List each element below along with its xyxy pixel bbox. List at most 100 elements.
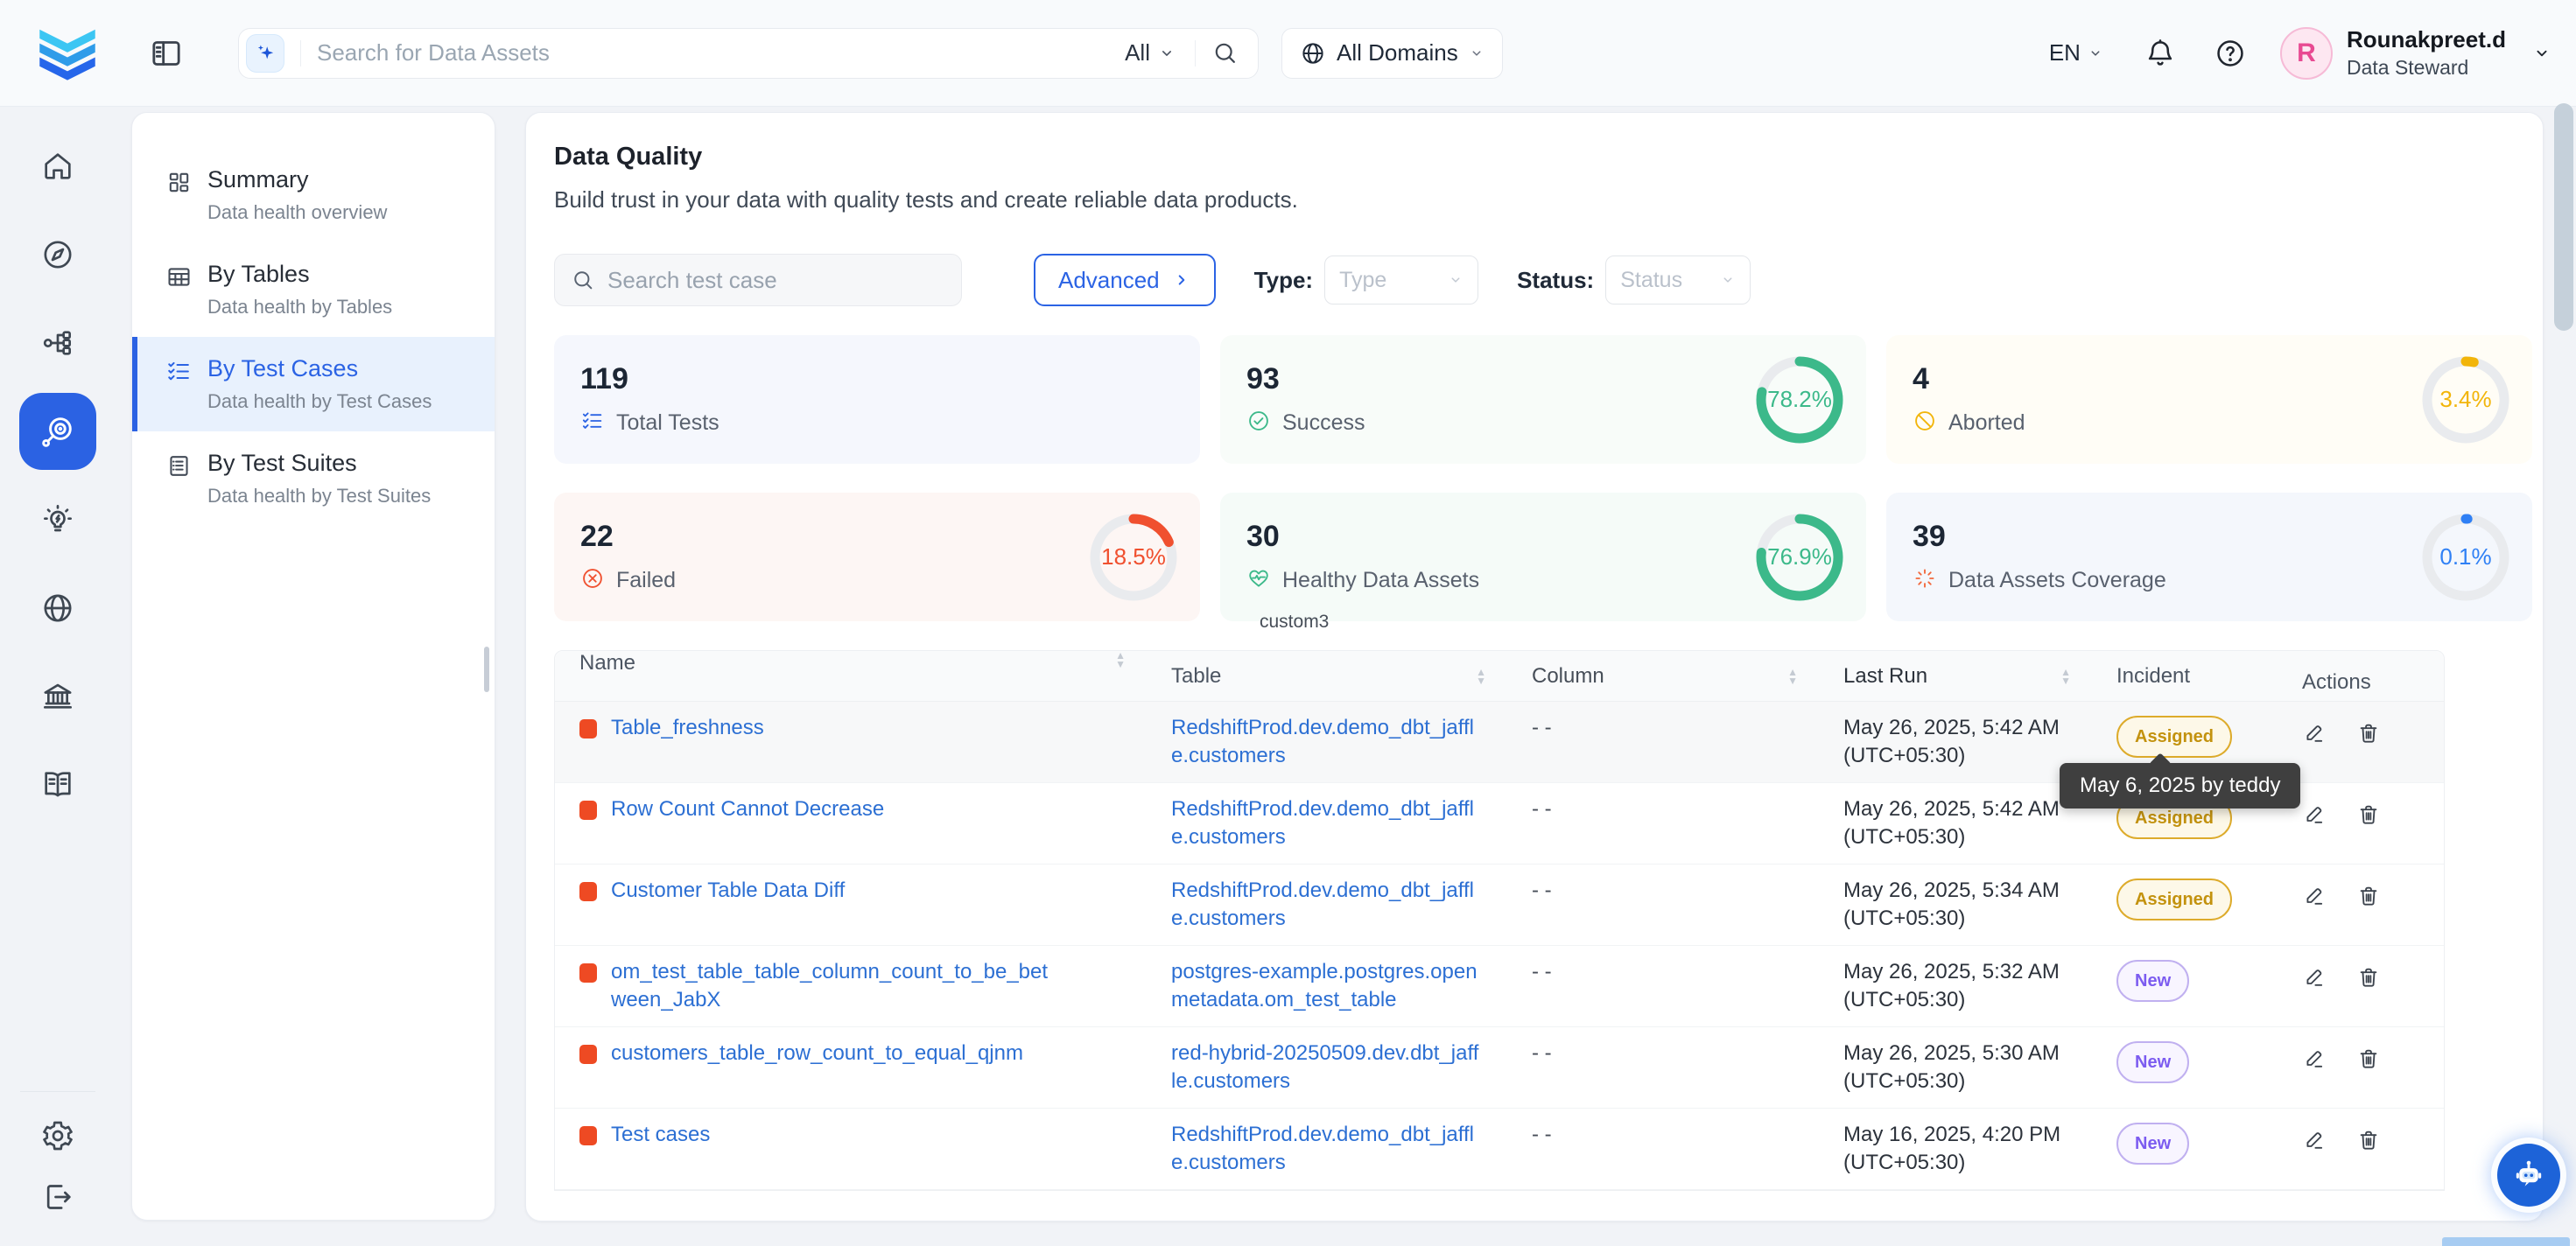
column-header-name[interactable]: Name▲▼ xyxy=(555,651,1147,701)
search-scope-dropdown[interactable]: All xyxy=(1125,39,1176,66)
delete-icon-button[interactable] xyxy=(2356,1046,2381,1071)
test-status-square-icon xyxy=(579,882,597,901)
sort-carets-icon[interactable]: ▲▼ xyxy=(1463,668,1486,685)
test-case-name-link[interactable]: Row Count Cannot Decrease xyxy=(611,795,884,823)
chevron-down-icon xyxy=(1469,46,1485,61)
language-dropdown[interactable]: EN xyxy=(2049,39,2103,66)
test-case-search-input[interactable] xyxy=(607,267,945,294)
search-icon[interactable] xyxy=(1211,39,1239,66)
close-circle-icon xyxy=(580,566,605,595)
delete-icon-button[interactable] xyxy=(2356,884,2381,908)
sort-carets-icon[interactable]: ▲▼ xyxy=(1103,651,1126,668)
column-header-table[interactable]: Table▲▼ xyxy=(1147,651,1507,701)
filter-row: Advanced Type: Type Status: Status xyxy=(554,254,2543,306)
sidebar-item-insights-icon[interactable] xyxy=(33,495,82,544)
test-case-name-link[interactable]: Test cases xyxy=(611,1121,710,1149)
nav-item-by-test-suites[interactable]: By Test Suites Data health by Test Suite… xyxy=(132,431,495,526)
test-case-name-link[interactable]: Customer Table Data Diff xyxy=(611,877,845,905)
sidebar-item-logout-icon[interactable] xyxy=(33,1172,82,1222)
column-value: - - xyxy=(1507,1109,1819,1189)
table-link[interactable]: postgres-example.postgres.openmetadata.o… xyxy=(1171,958,1483,1014)
chevron-down-icon xyxy=(1158,45,1176,62)
domains-dropdown[interactable]: All Domains xyxy=(1281,28,1503,79)
test-case-name-link[interactable]: customers_table_row_count_to_equal_qjnm xyxy=(611,1040,1023,1068)
sidebar-item-glossary-icon[interactable] xyxy=(33,760,82,809)
test-case-name-link[interactable]: Table_freshness xyxy=(611,714,764,742)
type-filter-select[interactable]: Type xyxy=(1324,256,1478,304)
incident-badge[interactable]: New xyxy=(2116,960,2189,1002)
edit-icon-button[interactable] xyxy=(2302,1128,2327,1152)
advanced-filter-button[interactable]: Advanced xyxy=(1034,254,1216,306)
global-search-input[interactable] xyxy=(317,39,1125,66)
edit-icon-button[interactable] xyxy=(2302,1046,2327,1071)
stat-label: Failed xyxy=(616,568,676,593)
column-header-last-run[interactable]: Last Run▲▼ xyxy=(1819,651,2092,701)
sidebar-toggle-icon[interactable] xyxy=(149,36,184,71)
panel-scrollbar-thumb[interactable] xyxy=(484,647,489,692)
sidebar-item-governance-icon[interactable] xyxy=(33,672,82,721)
column-value: - - xyxy=(1507,946,1819,1026)
test-case-name-link[interactable]: om_test_table_table_column_count_to_be_b… xyxy=(611,958,1049,1014)
nav-item-title: Summary xyxy=(207,166,387,193)
table-link[interactable]: RedshiftProd.dev.demo_dbt_jaffle.custome… xyxy=(1171,877,1483,933)
delete-icon-button[interactable] xyxy=(2356,965,2381,990)
nav-item-description: Data health by Tables xyxy=(207,296,392,318)
sidebar-item-data-quality-icon[interactable] xyxy=(19,393,96,470)
table-link[interactable]: red-hybrid-20250509.dev.dbt_jaffle.custo… xyxy=(1171,1040,1483,1096)
sidebar-item-domains-icon[interactable] xyxy=(33,584,82,633)
stat-label: Healthy Data Assets xyxy=(1282,568,1479,593)
heart-pulse-icon xyxy=(1246,566,1271,595)
test-status-square-icon xyxy=(579,963,597,983)
test-case-search xyxy=(554,254,962,306)
edit-icon-button[interactable] xyxy=(2302,721,2327,746)
user-avatar[interactable]: R xyxy=(2280,27,2333,80)
sidebar-item-home-icon[interactable] xyxy=(33,142,82,191)
incident-tooltip: May 6, 2025 by teddy xyxy=(2060,763,2300,808)
data-quality-nav-panel: Summary Data health overview By Tables D… xyxy=(131,112,495,1221)
table-link[interactable]: RedshiftProd.dev.demo_dbt_jaffle.custome… xyxy=(1171,795,1483,851)
stop-circle-icon xyxy=(1913,409,1937,438)
nav-item-by-test-cases[interactable]: By Test Cases Data health by Test Cases xyxy=(132,337,495,431)
chatbot-button[interactable] xyxy=(2497,1144,2560,1207)
user-menu[interactable]: Rounakpreet.d Data Steward xyxy=(2347,27,2506,79)
edit-icon-button[interactable] xyxy=(2302,884,2327,908)
stat-card-healthy-data-assets: 30 Healthy Data Assets 76.9% xyxy=(1220,493,1866,621)
table-link[interactable]: RedshiftProd.dev.demo_dbt_jaffle.custome… xyxy=(1171,1121,1483,1177)
status-filter-select[interactable]: Status xyxy=(1605,256,1751,304)
notifications-bell-icon[interactable] xyxy=(2144,37,2177,70)
edit-icon-button[interactable] xyxy=(2302,802,2327,827)
page-scrollbar-thumb[interactable] xyxy=(2554,103,2573,331)
stat-value: 22 xyxy=(580,520,676,554)
delete-icon-button[interactable] xyxy=(2356,721,2381,746)
delete-icon-button[interactable] xyxy=(2356,802,2381,827)
status-filter-label: Status: xyxy=(1517,267,1594,294)
custom3-label: custom3 xyxy=(1260,612,1329,633)
ai-sparkle-icon[interactable] xyxy=(246,34,284,73)
help-icon[interactable] xyxy=(2214,37,2247,70)
donut-percent-label: 18.5% xyxy=(1088,512,1179,603)
table-row: om_test_table_table_column_count_to_be_b… xyxy=(555,946,2444,1027)
sort-carets-icon[interactable]: ▲▼ xyxy=(1775,668,1798,685)
nav-item-summary[interactable]: Summary Data health overview xyxy=(132,148,495,242)
chevron-down-icon[interactable] xyxy=(2532,44,2551,63)
column-header-column[interactable]: Column▲▼ xyxy=(1507,651,1819,701)
incident-badge[interactable]: Assigned xyxy=(2116,878,2232,920)
sidebar-item-lineage-icon[interactable] xyxy=(33,318,82,368)
divider xyxy=(300,40,301,66)
sidebar-item-settings-icon[interactable] xyxy=(33,1111,82,1160)
donut-percent-label: 3.4% xyxy=(2420,354,2511,445)
table-link[interactable]: RedshiftProd.dev.demo_dbt_jaffle.custome… xyxy=(1171,714,1483,770)
stat-value: 119 xyxy=(580,362,719,396)
incident-badge[interactable]: New xyxy=(2116,1041,2189,1083)
sort-carets-icon[interactable]: ▲▼ xyxy=(2048,668,2071,685)
incident-badge[interactable]: New xyxy=(2116,1123,2189,1165)
edit-icon-button[interactable] xyxy=(2302,965,2327,990)
nav-item-by-tables[interactable]: By Tables Data health by Tables xyxy=(132,242,495,337)
user-name: Rounakpreet.d xyxy=(2347,27,2506,53)
incident-badge[interactable]: Assigned xyxy=(2116,716,2232,758)
delete-icon-button[interactable] xyxy=(2356,1128,2381,1152)
donut-percent-label: 0.1% xyxy=(2420,512,2511,603)
asterisk-icon xyxy=(1913,566,1937,595)
horizontal-scrollbar-thumb[interactable] xyxy=(2442,1237,2570,1246)
sidebar-item-explore-icon[interactable] xyxy=(33,230,82,279)
